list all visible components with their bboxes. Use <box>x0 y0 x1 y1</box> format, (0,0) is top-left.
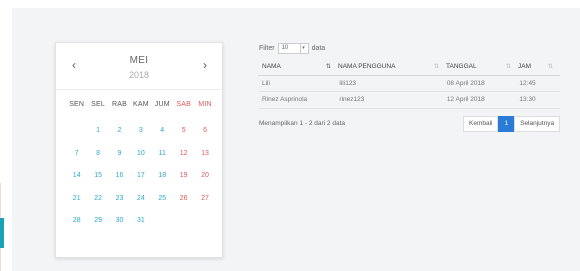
weekday-label: SEN <box>69 101 85 108</box>
calendar-day[interactable]: 4 <box>152 127 173 150</box>
calendar-day[interactable]: 3 <box>130 127 151 150</box>
calendar-day[interactable]: 21 <box>66 195 87 218</box>
calendar-day[interactable]: 31 <box>130 217 151 240</box>
calendar-day[interactable]: 24 <box>130 195 151 218</box>
table-cell: lili123 <box>339 79 357 87</box>
column-header-label: TANGGAL <box>446 63 477 71</box>
table-cell: 12:45 <box>519 79 536 87</box>
weekday-label: KAM <box>132 101 149 108</box>
calendar-day[interactable]: 29 <box>87 217 108 240</box>
calendar-day[interactable]: 18 <box>152 172 173 195</box>
calendar-day[interactable]: 22 <box>87 195 108 218</box>
calendar-day[interactable]: 1 <box>87 127 108 150</box>
filter-suffix: data <box>311 45 326 52</box>
filter-control: Filter 10 ▾ data <box>259 43 325 54</box>
calendar-day[interactable]: 26 <box>173 195 194 218</box>
calendar-day[interactable]: 16 <box>109 172 130 195</box>
table-row[interactable]: Rinez Asprinola rinez123 12 April 2018 13:3… <box>258 92 560 109</box>
calendar-empty-cell <box>66 127 87 150</box>
prev-page-button[interactable]: Kembali <box>463 116 499 132</box>
calendar-widget: ‹ MEI 2018 › SEN SEL RAB KAM JUM SAB MIN 12345… <box>55 42 223 258</box>
calendar-day[interactable]: 14 <box>66 172 87 195</box>
calendar-day[interactable]: 17 <box>130 172 151 195</box>
next-page-button[interactable]: Selanjutnya <box>514 116 561 132</box>
table-header-row: NAMA ⇅ NAMA PENGGUNA ⇅ TANGGAL ⇅ JAM ⇅ <box>258 59 560 76</box>
table-cell: rinez123 <box>339 96 365 104</box>
sort-icon: ⇅ <box>433 64 439 71</box>
sidebar-active-indicator <box>0 218 4 248</box>
column-header-label: NAMA PENGGUNA <box>338 63 396 71</box>
filter-label: Filter <box>259 45 275 52</box>
calendar-day[interactable]: 13 <box>194 150 215 173</box>
calendar-day[interactable]: 19 <box>173 172 194 195</box>
calendar-day[interactable]: 10 <box>130 150 151 173</box>
weekday-label: RAB <box>111 101 127 108</box>
calendar-day[interactable]: 7 <box>66 150 87 173</box>
calendar-day[interactable]: 30 <box>109 217 130 240</box>
column-header[interactable]: JAM ⇅ <box>515 63 557 70</box>
page-size-select[interactable]: 10 ▾ <box>277 43 309 54</box>
weekday-label: SEL <box>91 101 105 108</box>
weekday-label: MIN <box>198 101 212 108</box>
page-size-value: 10 <box>281 45 289 51</box>
column-header-label: NAMA <box>262 63 281 71</box>
calendar-day[interactable]: 12 <box>173 150 194 173</box>
calendar-day[interactable]: 5 <box>173 127 194 150</box>
calendar-days: 1 2 3 4 5 6 7 8 9 10 11 12 13 14 15 16 17 18 19 20 21 22 23 24 2… <box>66 127 216 240</box>
calendar-day[interactable]: 25 <box>152 195 173 218</box>
next-month-icon[interactable]: › <box>203 58 207 72</box>
calendar-day[interactable]: 15 <box>87 172 108 195</box>
table-cell: 12 April 2018 <box>446 96 485 104</box>
page-1-button[interactable]: 1 <box>498 116 515 132</box>
sort-icon: ⇅ <box>505 64 511 71</box>
calendar-day[interactable]: 28 <box>66 217 87 240</box>
chevron-down-icon: ▾ <box>299 44 307 53</box>
weekday-label: JUM <box>154 101 170 108</box>
pagination: Kembali 1 Selanjutnya <box>463 116 561 132</box>
calendar-year: 2018 <box>128 70 150 80</box>
calendar-day[interactable]: 2 <box>109 127 130 150</box>
table-cell: 08 April 2018 <box>446 79 485 87</box>
calendar-day[interactable]: 23 <box>109 195 130 218</box>
column-header[interactable]: NAMA ⇅ <box>258 63 335 70</box>
calendar-header: ‹ MEI 2018 › <box>56 43 222 90</box>
weekday-header: SEN SEL RAB KAM JUM SAB MIN <box>66 101 216 108</box>
table-cell: Lili <box>262 79 270 87</box>
column-header[interactable]: TANGGAL ⇅ <box>443 63 515 70</box>
table-info: Menampilkan 1 - 2 dari 2 data <box>259 120 345 127</box>
sort-icon: ⇅ <box>547 64 553 71</box>
column-header-label: JAM <box>518 63 531 71</box>
table-cell: 13:30 <box>519 96 536 104</box>
table-row[interactable]: Lili lili123 08 April 2018 12:45 <box>258 76 560 92</box>
table-cell: Rinez Asprinola <box>262 96 308 104</box>
data-table: NAMA ⇅ NAMA PENGGUNA ⇅ TANGGAL ⇅ JAM ⇅ Lili lili1… <box>258 59 560 109</box>
calendar-day[interactable]: 9 <box>109 150 130 173</box>
weekday-label: SAB <box>176 101 191 108</box>
calendar-day[interactable]: 27 <box>194 195 215 218</box>
calendar-month: MEI <box>129 55 149 66</box>
sort-icon: ⇅ <box>325 64 331 71</box>
column-header[interactable]: NAMA PENGGUNA ⇅ <box>335 63 443 70</box>
calendar-day[interactable]: 6 <box>194 127 215 150</box>
calendar-day[interactable]: 8 <box>87 150 108 173</box>
calendar-day[interactable]: 20 <box>194 172 215 195</box>
calendar-day[interactable]: 11 <box>152 150 173 173</box>
